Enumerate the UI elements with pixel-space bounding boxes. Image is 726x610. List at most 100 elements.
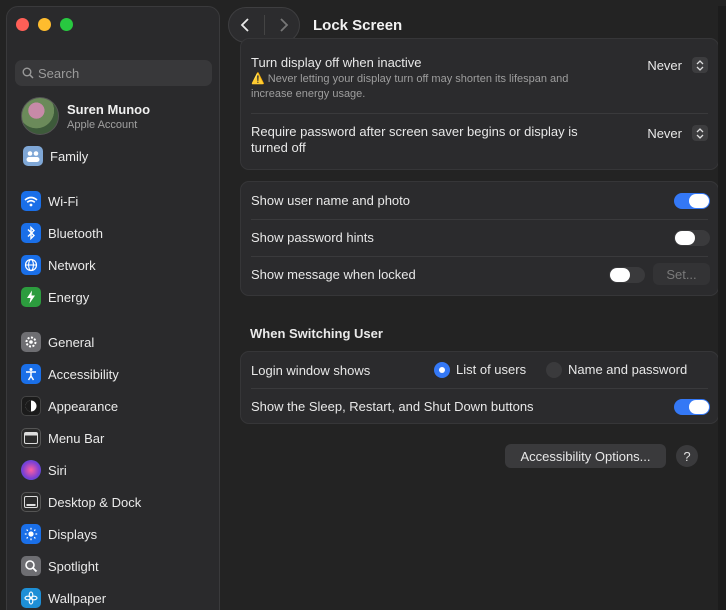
back-button[interactable] xyxy=(233,13,257,37)
accessibility-options-button[interactable]: Accessibility Options... xyxy=(505,444,666,468)
radio-name-and-password[interactable]: Name and password xyxy=(546,362,687,378)
show-hints-row: Show password hints xyxy=(241,229,718,247)
sidebar-item-siri[interactable]: Siri xyxy=(21,457,67,483)
show-message-label: Show message when locked xyxy=(251,267,416,282)
chevron-left-icon xyxy=(240,18,249,32)
sidebar-item-energy[interactable]: Energy xyxy=(21,284,89,310)
sidebar-item-label: Siri xyxy=(48,462,67,478)
require-password-row: Require password after screen saver begi… xyxy=(241,124,611,156)
sidebar-item-label: Accessibility xyxy=(48,366,119,382)
sleep-buttons-row: Show the Sleep, Restart, and Shut Down b… xyxy=(241,398,718,416)
show-hints-toggle[interactable] xyxy=(674,230,710,246)
sidebar-item-label: Family xyxy=(50,148,89,164)
show-user-name-row: Show user name and photo xyxy=(241,192,718,210)
settings-window: Suren Munoo Apple Account Family Wi-Fi B… xyxy=(0,0,726,610)
sidebar-item-accessibility[interactable]: Accessibility xyxy=(21,361,119,387)
wifi-icon xyxy=(21,191,41,211)
sidebar-item-displays[interactable]: Displays xyxy=(21,521,97,547)
dock-icon xyxy=(21,492,41,512)
close-button[interactable] xyxy=(16,18,29,31)
account-subtitle: Apple Account xyxy=(67,118,138,131)
toggle-knob xyxy=(675,231,695,245)
toggle-knob xyxy=(689,194,709,208)
sidebar-item-network[interactable]: Network xyxy=(21,252,96,278)
appearance-icon xyxy=(21,396,41,416)
bolt-icon xyxy=(21,287,41,307)
bluetooth-icon xyxy=(21,223,41,243)
sidebar-item-label: Energy xyxy=(48,289,90,305)
search-icon xyxy=(22,67,34,79)
popup-value: Never xyxy=(647,125,682,141)
help-button[interactable]: ? xyxy=(676,445,698,467)
login-options-group: Show user name and photo Show password h… xyxy=(240,181,719,296)
up-down-chevron-icon xyxy=(692,125,708,141)
sidebar-item-wallpaper[interactable]: Wallpaper xyxy=(21,585,106,610)
minimize-button[interactable] xyxy=(38,18,51,31)
turn-display-off-popup[interactable]: Never xyxy=(647,57,708,73)
window-edge xyxy=(718,6,726,610)
show-user-name-toggle[interactable] xyxy=(674,193,710,209)
sidebar-item-label: Appearance xyxy=(48,398,119,414)
sidebar: Suren Munoo Apple Account Family Wi-Fi B… xyxy=(6,6,220,610)
popup-value: Never xyxy=(647,57,682,73)
sidebar-item-label: Menu Bar xyxy=(48,430,105,446)
sidebar-item-wifi[interactable]: Wi-Fi xyxy=(21,188,78,214)
divider xyxy=(263,15,265,35)
family-icon xyxy=(23,146,43,166)
toggle-knob xyxy=(610,268,630,282)
require-password-popup[interactable]: Never xyxy=(647,125,708,141)
siri-icon xyxy=(21,460,41,480)
warning-icon: ⚠️ xyxy=(251,73,265,85)
main-content: Turn display off when inactive ⚠️ Never … xyxy=(220,38,726,610)
search-input[interactable] xyxy=(38,65,198,81)
avatar xyxy=(21,97,59,135)
turn-display-off-hint: ⚠️ Never letting your display turn off m… xyxy=(251,72,601,102)
page-title: Lock Screen xyxy=(313,16,403,34)
radio-button xyxy=(546,362,562,378)
sleep-buttons-label: Show the Sleep, Restart, and Shut Down b… xyxy=(251,399,534,414)
sidebar-item-label: Wallpaper xyxy=(48,590,107,606)
sidebar-item-label: Bluetooth xyxy=(48,225,103,241)
switching-user-group: Login window shows List of users Name an… xyxy=(240,351,719,424)
display-settings-group: Turn display off when inactive ⚠️ Never … xyxy=(240,38,719,170)
sidebar-item-appearance[interactable]: Appearance xyxy=(21,393,118,419)
sidebar-item-label: Desktop & Dock xyxy=(48,494,142,510)
hint-text: Never letting your display turn off may … xyxy=(251,73,569,100)
divider xyxy=(251,256,708,257)
sleep-buttons-toggle[interactable] xyxy=(674,399,710,415)
divider xyxy=(251,388,708,389)
chevron-right-icon xyxy=(279,18,288,32)
zoom-button[interactable] xyxy=(60,18,73,31)
magnifier-icon xyxy=(21,556,41,576)
divider xyxy=(251,219,708,220)
sidebar-item-label: General xyxy=(48,334,95,350)
radio-label: List of users xyxy=(456,362,527,377)
sidebar-item-label: Wi-Fi xyxy=(48,193,79,209)
set-message-button[interactable]: Set... xyxy=(653,263,710,285)
account-item[interactable]: Suren Munoo Apple Account xyxy=(21,97,150,135)
sidebar-item-bluetooth[interactable]: Bluetooth xyxy=(21,220,103,246)
require-password-label: Require password after screen saver begi… xyxy=(251,124,578,155)
sidebar-item-menu-bar[interactable]: Menu Bar xyxy=(21,425,104,451)
forward-button[interactable] xyxy=(272,13,296,37)
sidebar-item-family[interactable]: Family xyxy=(23,143,88,169)
up-down-chevron-icon xyxy=(692,57,708,73)
divider xyxy=(251,113,708,114)
accessibility-icon xyxy=(21,364,41,384)
search-field[interactable] xyxy=(15,60,212,86)
flower-icon xyxy=(21,588,41,608)
show-message-toggle[interactable] xyxy=(609,267,645,283)
sidebar-item-label: Spotlight xyxy=(48,558,99,574)
show-message-row: Show message when locked xyxy=(241,266,718,284)
login-window-label: Login window shows xyxy=(251,363,371,378)
toggle-knob xyxy=(689,400,709,414)
radio-button xyxy=(434,362,450,378)
window-controls xyxy=(16,18,73,31)
sidebar-item-desktop-dock[interactable]: Desktop & Dock xyxy=(21,489,141,515)
sun-icon xyxy=(21,524,41,544)
sidebar-item-general[interactable]: General xyxy=(21,329,94,355)
globe-icon xyxy=(21,255,41,275)
radio-list-of-users[interactable]: List of users xyxy=(434,362,526,378)
sidebar-item-spotlight[interactable]: Spotlight xyxy=(21,553,99,579)
gear-icon xyxy=(21,332,41,352)
